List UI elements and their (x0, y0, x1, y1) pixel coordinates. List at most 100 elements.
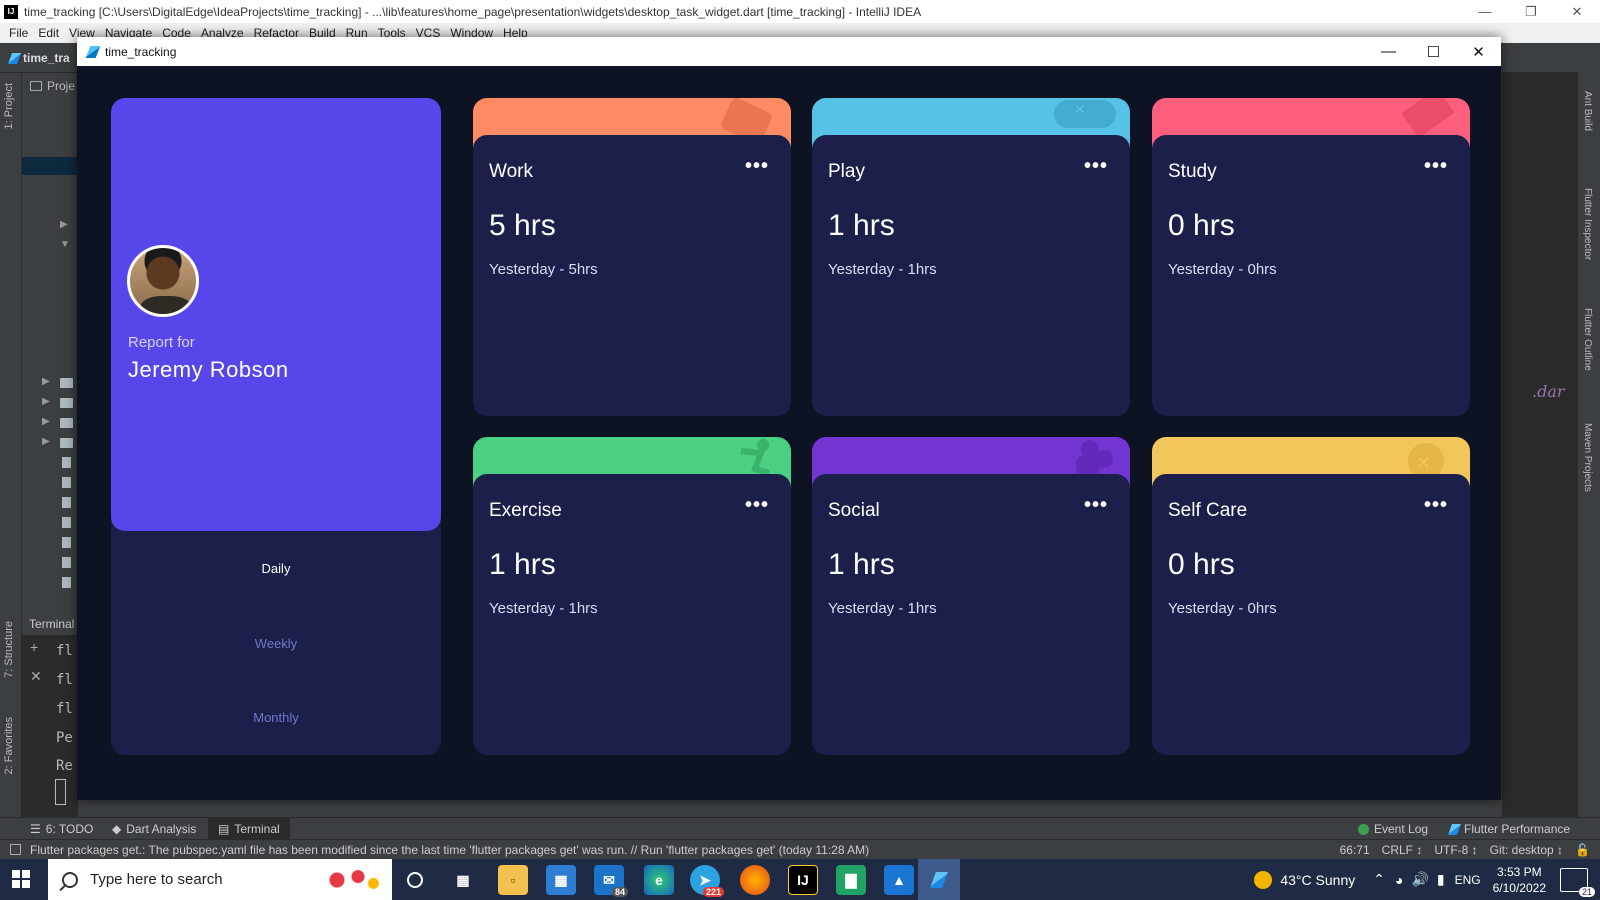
mail-icon[interactable]: ✉ 84 (594, 865, 628, 897)
lock-icon[interactable]: 🔓 (1575, 843, 1590, 857)
more-options-icon[interactable]: ••• (745, 494, 769, 517)
task-card-social: Social ••• 1 hrs Yesterday - 1hrs (812, 437, 1130, 755)
project-panel-header[interactable]: Proje (30, 79, 75, 93)
briefcase-icon (721, 98, 772, 136)
task-title: Study (1168, 161, 1217, 182)
minimize-icon[interactable]: — (1366, 37, 1411, 66)
line-separator[interactable]: CRLF ↕ (1382, 843, 1423, 857)
file-icon[interactable] (62, 477, 71, 488)
left-tool-strip: 1: Project 7: Structure 2: Favorites (0, 73, 22, 817)
status-message[interactable]: Flutter packages get.: The pubspec.yaml … (30, 843, 869, 857)
event-log-button[interactable]: Event Log (1358, 822, 1428, 836)
git-branch[interactable]: Git: desktop ↕ (1490, 843, 1563, 857)
flutter-outline-tab[interactable]: Flutter Outline (1582, 308, 1593, 371)
edge-icon[interactable]: e (644, 865, 674, 895)
language-indicator[interactable]: ENG (1455, 873, 1481, 887)
task-view-icon[interactable]: ▦ (448, 865, 478, 895)
file-explorer-icon[interactable]: ▫ (498, 865, 528, 895)
menu-edit[interactable]: Edit (33, 26, 64, 40)
selected-tree-row[interactable] (22, 157, 78, 175)
firefox-icon[interactable] (740, 865, 770, 895)
cortana-icon[interactable] (400, 865, 430, 895)
tree-expand-icon[interactable]: ▶ (42, 396, 50, 407)
notification-icon[interactable]: 21 (1560, 867, 1595, 897)
flutter-inspector-tab[interactable]: Flutter Inspector (1582, 188, 1593, 260)
favorites-tool-tab[interactable]: 2: Favorites (3, 717, 15, 774)
status-toggle-icon[interactable] (10, 844, 21, 855)
terminal-tool-button[interactable]: ▤ Terminal (208, 818, 290, 840)
restore-icon[interactable]: ❐ (1508, 0, 1554, 23)
maximize-icon[interactable]: ☐ (1411, 37, 1456, 66)
flutter-app-taskbar-icon[interactable] (918, 859, 960, 900)
folder-icon[interactable] (60, 438, 73, 448)
intellij-taskbar-icon[interactable]: IJ (788, 865, 818, 895)
close-terminal-icon[interactable]: ✕ (30, 668, 42, 685)
editor-background (1502, 73, 1578, 817)
folder-icon[interactable] (60, 418, 73, 428)
close-icon[interactable]: ✕ (1554, 0, 1600, 23)
project-breadcrumb[interactable]: time_tra (7, 51, 70, 65)
ant-build-tab[interactable]: Ant Build (1582, 91, 1593, 131)
list-icon: ☰ (30, 822, 41, 836)
photos-icon[interactable]: ▲ (884, 865, 914, 895)
flutter-performance-button[interactable]: Flutter Performance (1447, 822, 1570, 836)
new-terminal-icon[interactable]: + (30, 639, 38, 655)
file-icon[interactable] (62, 577, 71, 588)
task-previous: Yesterday - 0hrs (1168, 261, 1277, 278)
wifi-icon[interactable]: ◕ (1395, 872, 1403, 888)
more-options-icon[interactable]: ••• (1084, 155, 1108, 178)
task-body: Study ••• 0 hrs Yesterday - 0hrs (1152, 135, 1470, 416)
tree-expand-icon[interactable]: ▶ (42, 416, 50, 427)
minimize-icon[interactable]: — (1462, 0, 1508, 23)
terminal-cursor[interactable] (55, 779, 66, 805)
volume-icon[interactable]: 🔊 (1411, 871, 1428, 888)
tree-expand-icon[interactable]: ▶ (42, 436, 50, 447)
battery-icon[interactable]: ▮ (1437, 871, 1445, 888)
folder-icon[interactable] (60, 398, 73, 408)
menu-file[interactable]: File (4, 26, 33, 40)
svg-text:✕: ✕ (1416, 453, 1431, 474)
file-icon[interactable] (62, 457, 71, 468)
flutter-icon (7, 52, 22, 64)
tray-chevron-icon[interactable]: ⌃ (1373, 871, 1385, 888)
task-card-exercise: Exercise ••• 1 hrs Yesterday - 1hrs (473, 437, 791, 755)
tree-expand-icon[interactable]: ▶ (42, 376, 50, 387)
file-icon[interactable] (62, 497, 71, 508)
task-card-work: Work ••• 5 hrs Yesterday - 5hrs (473, 98, 791, 416)
tree-collapse-icon[interactable]: ▼ (60, 239, 70, 250)
gamepad-icon: ✕ (1054, 100, 1116, 128)
spreadsheet-icon[interactable]: ▇ (836, 865, 866, 895)
period-monthly[interactable]: Monthly (111, 710, 441, 725)
task-previous: Yesterday - 1hrs (489, 600, 598, 617)
more-options-icon[interactable]: ••• (745, 155, 769, 178)
structure-tool-tab[interactable]: 7: Structure (3, 621, 15, 678)
search-highlight-icon (316, 863, 386, 897)
task-title: Self Care (1168, 500, 1248, 521)
tree-expand-icon[interactable]: ▶ (60, 219, 68, 230)
file-icon[interactable] (62, 557, 71, 568)
maven-projects-tab[interactable]: Maven Projects (1582, 423, 1593, 492)
file-encoding[interactable]: UTF-8 ↕ (1434, 843, 1477, 857)
dart-analysis-tool-button[interactable]: ◆ Dart Analysis (112, 822, 196, 836)
file-icon[interactable] (62, 517, 71, 528)
folder-icon[interactable] (60, 378, 73, 388)
telegram-icon[interactable]: ➤ 221 (690, 865, 724, 897)
clock[interactable]: 3:53 PM 6/10/2022 (1493, 864, 1546, 896)
caret-position[interactable]: 66:71 (1340, 843, 1370, 857)
weather-text[interactable]: 43°C Sunny (1280, 872, 1355, 888)
windows-start-icon[interactable] (12, 870, 30, 888)
period-daily[interactable]: Daily (111, 561, 441, 576)
task-hours: 5 hrs (489, 209, 556, 242)
project-tool-tab[interactable]: 1: Project (3, 83, 15, 129)
more-options-icon[interactable]: ••• (1084, 494, 1108, 517)
terminal-panel-title: Terminal (22, 613, 78, 635)
close-icon[interactable]: ✕ (1456, 37, 1501, 66)
microsoft-store-icon[interactable]: ▦ (546, 865, 576, 895)
people-icon (1076, 440, 1113, 475)
period-weekly[interactable]: Weekly (111, 636, 441, 651)
more-options-icon[interactable]: ••• (1424, 494, 1448, 517)
todo-tool-button[interactable]: ☰ 6: TODO (30, 822, 93, 836)
taskbar-search[interactable]: Type here to search (48, 859, 392, 900)
file-icon[interactable] (62, 537, 71, 548)
more-options-icon[interactable]: ••• (1424, 155, 1448, 178)
